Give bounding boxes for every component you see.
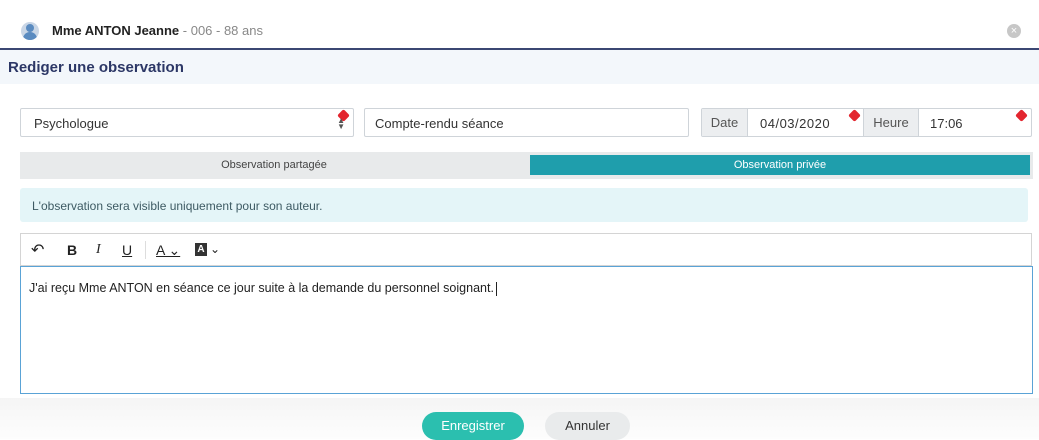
- close-icon[interactable]: ×: [1007, 24, 1021, 38]
- underline-button[interactable]: U: [122, 242, 132, 258]
- patient-header: Mme ANTON Jeanne - 006 - 88 ans ×: [0, 0, 1039, 50]
- dialog-titlebar: Rediger une observation: [0, 50, 1039, 84]
- patient-name: Mme ANTON Jeanne: [52, 23, 180, 38]
- time-label: Heure: [863, 109, 919, 136]
- observation-type-value: Compte-rendu séance: [375, 116, 504, 131]
- undo-icon[interactable]: ↶: [31, 240, 44, 260]
- highlight-color-icon[interactable]: A: [195, 243, 207, 256]
- toolbar-divider: [145, 241, 146, 259]
- time-required-flag-icon: [1015, 109, 1028, 122]
- datetime-group: Date 04/03/2020 Heure 17:06: [701, 108, 1032, 137]
- date-required-flag-icon: [848, 109, 861, 122]
- observation-type-input[interactable]: Compte-rendu séance: [364, 108, 689, 137]
- profession-select[interactable]: Psychologue ▲ ▼: [20, 108, 354, 137]
- cancel-button[interactable]: Annuler: [545, 412, 630, 440]
- italic-button[interactable]: I: [96, 242, 101, 258]
- bold-button[interactable]: B: [67, 242, 77, 258]
- patient-avatar-icon: [21, 22, 39, 40]
- observation-editor[interactable]: J'ai reçu Mme ANTON en séance ce jour su…: [20, 266, 1033, 394]
- date-label: Date: [702, 109, 748, 136]
- save-button[interactable]: Enregistrer: [422, 412, 524, 440]
- patient-info: Mme ANTON Jeanne - 006 - 88 ans: [52, 23, 263, 39]
- info-message: L'observation sera visible uniquement po…: [32, 199, 323, 213]
- date-input[interactable]: 04/03/2020: [760, 116, 830, 131]
- dialog-title: Rediger une observation: [8, 59, 184, 76]
- editor-content: J'ai reçu Mme ANTON en séance ce jour su…: [29, 281, 497, 296]
- visibility-info-alert: L'observation sera visible uniquement po…: [20, 188, 1028, 222]
- highlight-dropdown-icon[interactable]: ⌄: [210, 242, 220, 256]
- font-color-button[interactable]: A ⌄: [156, 242, 180, 259]
- select-arrows-icon: ▲ ▼: [337, 116, 345, 131]
- tab-private-observation[interactable]: Observation privée: [530, 155, 1030, 175]
- time-input[interactable]: 17:06: [930, 116, 963, 131]
- editor-toolbar: ↶ B I U A ⌄ A ⌄: [20, 233, 1032, 266]
- tab-shared-observation[interactable]: Observation partagée: [20, 152, 528, 179]
- patient-meta: - 006 - 88 ans: [179, 23, 263, 38]
- visibility-tabs: Observation partagée Observation privée: [20, 152, 1033, 179]
- profession-value: Psychologue: [34, 116, 109, 131]
